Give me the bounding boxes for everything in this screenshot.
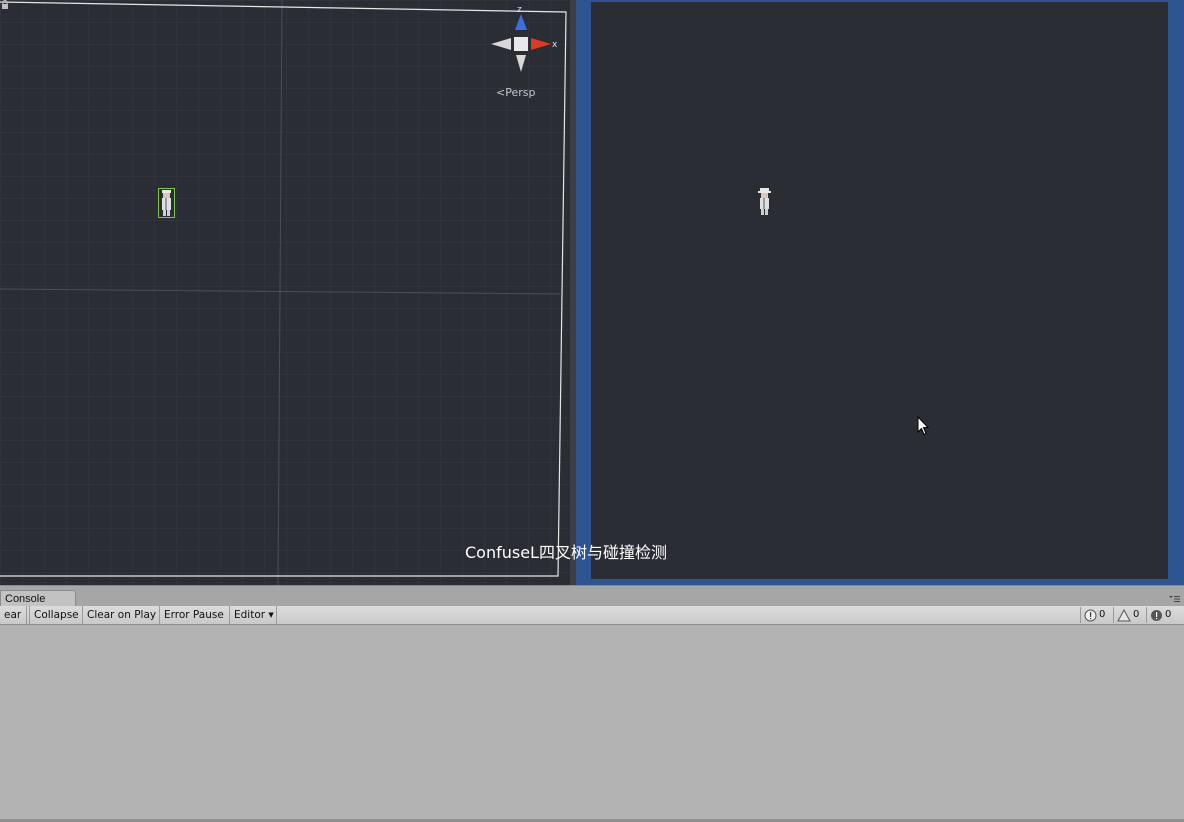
error-count: 0	[1165, 609, 1172, 620]
info-count: 0	[1099, 609, 1106, 620]
tab-menu-icon[interactable]	[1169, 595, 1180, 603]
projection-text: Persp	[505, 86, 536, 99]
error-count-toggle[interactable]: 0	[1146, 607, 1171, 623]
info-icon	[1084, 609, 1097, 621]
collapse-button[interactable]: Collapse	[29, 606, 83, 624]
info-count-toggle[interactable]: 0	[1080, 607, 1105, 623]
gizmo-axis-z: z	[517, 5, 522, 15]
warning-count: 0	[1133, 609, 1140, 620]
scene-grid: z x	[0, 0, 570, 585]
clear-button[interactable]: ear	[0, 606, 27, 624]
projection-label[interactable]: <Persp	[496, 86, 535, 99]
dropdown-arrow-icon: ▼	[268, 611, 274, 619]
console-toolbar: ear Collapse Clear on Play Error Pause E…	[0, 606, 1184, 625]
cursor-icon	[917, 416, 930, 436]
tab-console[interactable]: Console	[0, 590, 76, 607]
warning-icon	[1117, 608, 1131, 621]
character-icon[interactable]	[158, 188, 175, 218]
console-tab-bar: Console	[0, 585, 1184, 607]
error-pause-button[interactable]: Error Pause	[160, 606, 230, 624]
persp-chevron-icon: <	[496, 86, 506, 99]
editor-dropdown[interactable]: Editor ▼	[230, 606, 277, 624]
error-icon	[1151, 609, 1162, 621]
video-caption: ConfuseL四叉树与碰撞检测	[465, 543, 667, 562]
editor-label: Editor	[234, 609, 266, 621]
character-icon	[758, 188, 771, 215]
scene-view[interactable]: z x <Persp	[0, 0, 570, 585]
warning-count-toggle[interactable]: 0	[1113, 607, 1139, 623]
game-view[interactable]	[591, 2, 1168, 579]
gizmo-axis-x: x	[552, 40, 558, 50]
lock-icon[interactable]	[0, 0, 10, 10]
clear-on-play-button[interactable]: Clear on Play	[83, 606, 160, 624]
console-log-area[interactable]	[0, 625, 1184, 819]
